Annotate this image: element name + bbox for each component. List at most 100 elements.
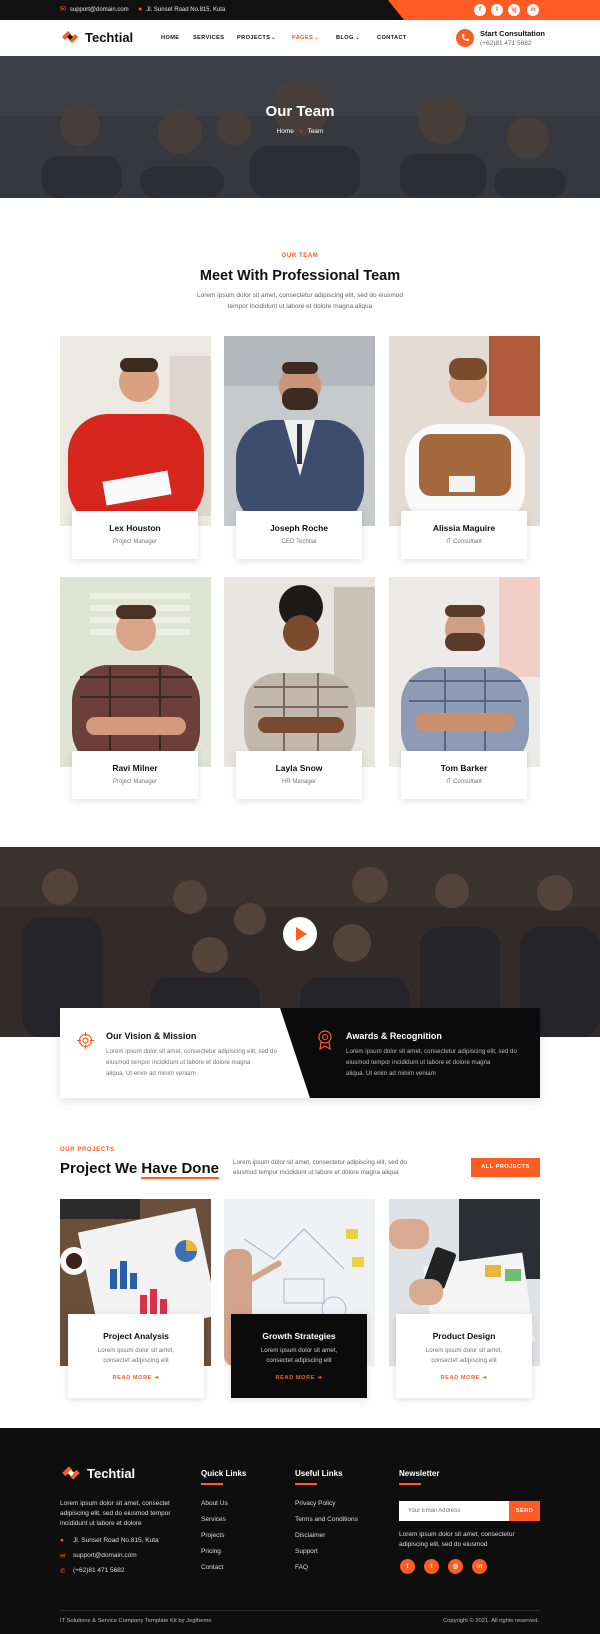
awards-text-line: aliqua. Ut enim ad minim veniam [346, 1070, 436, 1077]
member-role: Project Manager [112, 539, 158, 545]
member-photo [389, 577, 540, 767]
footer-brand-logo[interactable]: Techtial [60, 1464, 135, 1482]
heading-underline [399, 1483, 421, 1485]
footer-link-contact[interactable]: Contact [201, 1564, 223, 1571]
cta-title[interactable]: Start Consultation [480, 29, 545, 38]
brand-logo[interactable]: Techtial [60, 29, 133, 45]
nav-services[interactable]: SERVICES [193, 35, 224, 41]
footer-divider [60, 1610, 540, 1611]
member-card[interactable]: Layla Snow HR Manager [236, 751, 362, 799]
member-name: Joseph Roche [269, 523, 329, 533]
all-projects-button[interactable]: ALL PROJECTS [471, 1158, 540, 1177]
quick-links-heading: Quick Links [201, 1469, 247, 1478]
member-role: IT Consultant [446, 779, 482, 785]
footer-credit: IT Solutions & Service Company Template … [60, 1618, 212, 1624]
twitter-icon[interactable]: t [424, 1559, 439, 1574]
main-header: Techtial HOME SERVICES PROJECTS ⌄ PAGES … [0, 20, 600, 56]
footer-email[interactable]: support@domain.com [73, 1552, 137, 1559]
member-card[interactable]: Lex Houston Project Manager [72, 511, 198, 559]
breadcrumb-home[interactable]: Home [277, 128, 294, 135]
read-more-link[interactable]: READ MORE ➔ [231, 1375, 367, 1381]
newsletter-email-input[interactable] [399, 1501, 509, 1521]
award-medal-icon [318, 1030, 332, 1050]
linkedin-icon[interactable]: in [472, 1559, 487, 1574]
project-desc: Lorem ipsum dolor sit amet, consectet ad… [425, 1347, 503, 1364]
mail-icon: ✉ [60, 1553, 66, 1560]
newsletter-heading: Newsletter [399, 1469, 440, 1478]
member-card[interactable]: Alissia Maguire IT Consultant [401, 511, 527, 559]
member-name: Layla Snow [275, 763, 323, 773]
member-role: Project Manager [112, 779, 158, 785]
read-more-label: READ MORE [112, 1375, 153, 1381]
vision-text-line: eiusmod tempor incididunt ut labore et d… [106, 1059, 251, 1066]
breadcrumb-current: Team [307, 128, 324, 135]
member-name: Alissia Maguire [432, 523, 496, 533]
twitter-icon[interactable]: t [491, 4, 503, 16]
footer-link-pricing[interactable]: Pricing [201, 1548, 221, 1555]
vision-text-line: aliqua. Ut enim ad minim veniam [106, 1070, 196, 1077]
projects-heading: Project We Have Done [60, 1160, 219, 1179]
project-card[interactable]: Project Analysis Lorem ipsum dolor sit a… [68, 1314, 204, 1398]
member-card[interactable]: Joseph Roche CEO Techtial [236, 511, 362, 559]
footer-link-about[interactable]: About Us [201, 1500, 228, 1507]
footer-link-services[interactable]: Services [201, 1516, 226, 1523]
chevron-down-icon: ⌄ [271, 35, 277, 41]
newsletter-text-line: Lorem ipsum dolor sit amet, consectetur [399, 1531, 515, 1538]
arrow-right-icon: ➔ [154, 1375, 160, 1381]
facebook-icon[interactable]: f [474, 4, 486, 16]
project-card[interactable]: Product Design Lorem ipsum dolor sit ame… [396, 1314, 532, 1398]
breadcrumb: Home › Team [0, 128, 600, 135]
chevron-down-icon: ⌄ [355, 35, 361, 41]
breadcrumb-separator-icon: › [299, 128, 302, 135]
footer-about-line: Lorem ipsum dolor sit amet, consectet [60, 1500, 170, 1507]
member-photo [60, 336, 211, 526]
nav-projects[interactable]: PROJECTS [237, 35, 270, 41]
location-pin-icon: ● [60, 1537, 64, 1544]
page-title: Our Team [265, 103, 335, 120]
instagram-icon[interactable]: ig [508, 4, 520, 16]
play-video-button[interactable] [283, 917, 317, 951]
footer-link-support[interactable]: Support [295, 1548, 318, 1555]
facebook-icon[interactable]: f [400, 1559, 415, 1574]
arrow-right-icon: ➔ [317, 1375, 323, 1381]
footer-link-faq[interactable]: FAQ [295, 1564, 308, 1571]
footer-copyright: Copyright © 2021. All rights reserved. [443, 1618, 540, 1624]
footer-address: Jl. Sunset Road No.815, Kuta [73, 1537, 159, 1544]
vision-awards-panel: Our Vision & Mission Lorem ipsum dolor s… [60, 1008, 540, 1098]
site-footer: Techtial Lorem ipsum dolor sit amet, con… [0, 1428, 600, 1634]
phone-icon[interactable] [456, 29, 474, 47]
read-more-label: READ MORE [275, 1375, 316, 1381]
heading-underline [201, 1483, 223, 1485]
footer-link-terms[interactable]: Terms and Conditions [295, 1516, 358, 1523]
logo-mark-icon [62, 1466, 80, 1480]
newsletter-send-button[interactable]: SEND [509, 1501, 540, 1521]
nav-home[interactable]: HOME [161, 35, 179, 41]
useful-links-heading: Useful Links [295, 1469, 343, 1478]
page-hero: Our Team Home › Team [0, 56, 600, 198]
team-eyebrow: OUR TEAM [281, 253, 319, 259]
nav-blog[interactable]: BLOG [336, 35, 354, 41]
instagram-icon[interactable]: ◎ [448, 1559, 463, 1574]
nav-pages[interactable]: PAGES [292, 35, 313, 41]
footer-phone[interactable]: (+62)81 471 5682 [73, 1567, 125, 1574]
location-pin-icon: ● [138, 6, 143, 13]
member-photo [60, 577, 211, 767]
linkedin-icon[interactable]: in [527, 4, 539, 16]
member-card[interactable]: Tom Barker IT Consultant [401, 751, 527, 799]
footer-link-disclaimer[interactable]: Disclaimer [295, 1532, 325, 1539]
read-more-link[interactable]: READ MORE ➔ [396, 1375, 532, 1381]
vision-text-line: Lorem ipsum dolor sit amet, consectetur … [106, 1048, 277, 1055]
vision-title: Our Vision & Mission [106, 1031, 197, 1041]
read-more-link[interactable]: READ MORE ➔ [68, 1375, 204, 1381]
footer-link-projects[interactable]: Projects [201, 1532, 224, 1539]
footer-link-privacy[interactable]: Privacy Policy [295, 1500, 335, 1507]
nav-contact[interactable]: CONTACT [377, 35, 407, 41]
phone-icon: ✆ [60, 1568, 66, 1575]
topbar-email[interactable]: ✉ support@domain.com [60, 0, 129, 20]
topbar-address: ● Jl. Sunset Road No.815, Kuta [138, 0, 225, 20]
member-photo [389, 336, 540, 526]
project-card-active[interactable]: Growth Strategies Lorem ipsum dolor sit … [231, 1314, 367, 1398]
member-card[interactable]: Ravi Milner Project Manager [72, 751, 198, 799]
awards-text-line: Lorem ipsum dolor sit amet, consectetur … [346, 1048, 517, 1055]
awards-title: Awards & Recognition [346, 1031, 442, 1041]
